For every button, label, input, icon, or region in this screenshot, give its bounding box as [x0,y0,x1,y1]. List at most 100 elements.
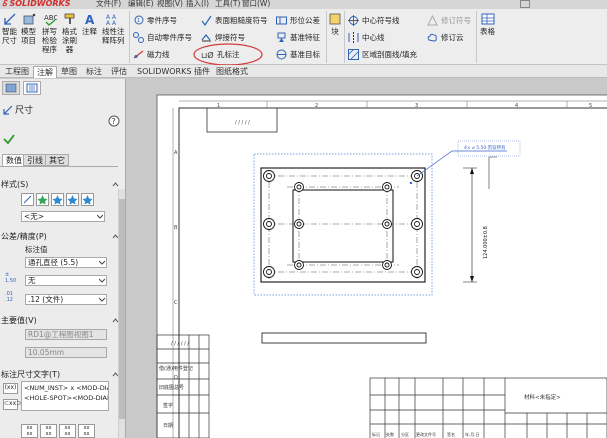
datum-target-button[interactable]: 基准目标 [276,48,320,61]
justify-center-icon[interactable]: xx xx [40,424,57,438]
collapse-chevron-icon[interactable] [112,181,119,188]
svg-text:1: 1 [137,18,140,24]
surface-finish-button[interactable]: 表面粗糙度符号 [201,14,268,27]
menu-file[interactable]: 文件(F) [96,0,121,9]
tab-sketch[interactable]: 草图 [58,66,80,78]
ribbon-separator [129,11,130,63]
dropdown-arrow-icon [99,278,105,283]
dimtext-add-parentheses-icon[interactable]: (xx) [3,383,18,394]
ribbon-separator [326,11,327,63]
format-painter-button[interactable]: 格式 涂刷 器 [62,12,77,54]
property-manager-tab[interactable] [23,81,41,95]
linear-note-pattern-button[interactable]: A AA A 线性注 释阵列 [102,12,125,45]
justify-top-icon[interactable]: xx xx [78,424,95,438]
window-control-icon[interactable] [520,0,530,8]
property-list-icon [26,83,38,93]
tolerance-type-icon: ±1.50 [5,272,17,284]
style-select[interactable]: <无> [21,211,105,222]
spell-check-icon: ABC [43,12,57,26]
zone-label-c: C [174,300,178,306]
drawing-canvas[interactable]: 1 2 3 4 5 A B C D / / / / / 4× ⌀ 5.50 贯穿… [127,79,607,438]
style-select-value: <无> [24,212,45,221]
command-tabs: 工程图 注解 草图 标注 评估 SOLIDWORKS 插件 图纸格式 [0,65,607,141]
help-icon[interactable]: ? [108,115,120,127]
tab-other[interactable]: 其它 [45,154,69,166]
tab-sheet-format[interactable]: 图纸格式 [213,66,251,78]
panel-scrollbar[interactable] [118,189,125,438]
primary-name-field[interactable]: RD1@工程图视图1 [25,329,107,340]
tolerance-type-select[interactable]: 通孔直径 (5.5) [25,257,107,268]
ok-checkmark-icon[interactable] [3,133,15,145]
save-style-icon[interactable] [81,193,94,206]
zone-label-a: A [174,150,178,156]
table-button[interactable]: 表格 [480,12,495,36]
delete-style-icon[interactable] [66,193,79,206]
justify-right-icon[interactable]: xx xx [59,424,76,438]
style-section-header[interactable]: 样式(S) [1,179,119,190]
smart-dimension-button[interactable]: 智能 尺寸 [2,12,17,45]
tolerance-value-select[interactable]: 无 [25,275,107,286]
tb-header-count: 处数 [386,431,394,437]
tolerance-type-value: 通孔直径 (5.5) [28,258,79,267]
menu-window[interactable]: 窗口(W) [242,0,270,9]
surface-finish-label: 表面粗糙度符号 [215,16,268,25]
zone-label-b: B [174,225,178,231]
tab-evaluate[interactable]: 评估 [108,66,130,78]
tab-annotation[interactable]: 注解 [33,66,57,78]
datum-feature-button[interactable]: 基准特征 [276,31,320,44]
datum-target-icon [276,49,287,60]
primary-value: 10.05mm [28,348,65,357]
dimension-text-editor[interactable]: <NUM_INST> x <MOD-DIAM> <HOLE-SPOT><MOD-… [21,381,109,411]
tab-leaders[interactable]: 引线 [23,154,47,166]
menu-insert[interactable]: 插入(I) [186,0,209,9]
model-items-button[interactable]: 模型 项目 [21,12,36,45]
primary-value-field[interactable]: 10.05mm [25,347,107,358]
precision-icon: .01.12 [5,291,13,303]
revision-symbol-label: 修订符号 [441,16,471,25]
dimension-text-section-header[interactable]: 标注尺寸文字(T) [1,369,119,380]
add-style-icon[interactable] [36,193,49,206]
apply-default-style-icon[interactable] [21,193,34,206]
note-button[interactable]: A 注释 [82,12,97,36]
dropdown-arrow-icon [99,297,105,302]
dropdown-arrow-icon [99,260,105,265]
tab-markup[interactable]: 标注 [83,66,105,78]
solidworks-window: Ꟙ SOLIDWORKS 文件(F) 编辑(E) 视图(V) 插入(I) 工具(… [0,0,607,438]
auto-balloon-button[interactable]: 自动零件序号 [133,31,192,44]
gtol-button[interactable]: 形位公差 [276,14,320,27]
menu-edit[interactable]: 编辑(E) [128,0,154,9]
magnetic-line-button[interactable]: 磁力线 [133,48,170,61]
tab-drawing[interactable]: 工程图 [2,66,32,78]
dimtext-inspection-icon[interactable]: ⊂xx⊃ [3,399,21,410]
primary-value-section-header[interactable]: 主要值(V) [1,315,119,326]
centerline-button[interactable]: 中心线 [348,31,385,44]
spell-check-button[interactable]: ABC 拼写 检验 程序 [42,12,57,54]
note-label: 注释 [82,27,97,36]
justify-left-icon[interactable]: xx xx [21,424,38,438]
feature-manager-tab[interactable] [2,81,20,95]
scrollbar-thumb[interactable] [119,199,125,419]
revision-symbol-button[interactable]: 修订符号 [427,14,471,27]
update-style-icon[interactable] [51,193,64,206]
centermark-button[interactable]: 中心符号线 [348,14,400,27]
tab-addins[interactable]: SOLIDWORKS 插件 [134,66,213,78]
precision-select[interactable]: .12 (文件) [25,294,107,305]
block-button[interactable]: 块 [328,12,342,36]
area-hatch-button[interactable]: 区域剖面线/填充 [348,48,417,61]
menu-tools[interactable]: 工具(T) [215,0,240,9]
model-items-label-2: 项目 [21,36,36,45]
spell-check-label-3: 程序 [42,45,57,54]
tolerance-section-header[interactable]: 公差/精度(P) [1,231,119,242]
vertical-dimension-text[interactable]: 124.000±0.8 [483,226,489,259]
dropdown-arrow-icon [97,214,103,219]
tb-header-zone: 分区 [401,431,409,437]
menu-view[interactable]: 视图(V) [157,0,183,9]
surface-finish-icon [201,15,212,26]
smart-dimension-icon [3,12,17,26]
hole-callout-text[interactable]: 4× ⌀ 5.50 贯穿所有 [464,144,506,151]
block-label: 块 [331,27,339,36]
tolerance-value: 无 [28,276,36,285]
linear-pattern-label-2: 释阵列 [102,36,125,45]
balloon-button[interactable]: 1 零件序号 [133,14,177,27]
revision-cloud-button[interactable]: 修订云 [427,31,464,44]
